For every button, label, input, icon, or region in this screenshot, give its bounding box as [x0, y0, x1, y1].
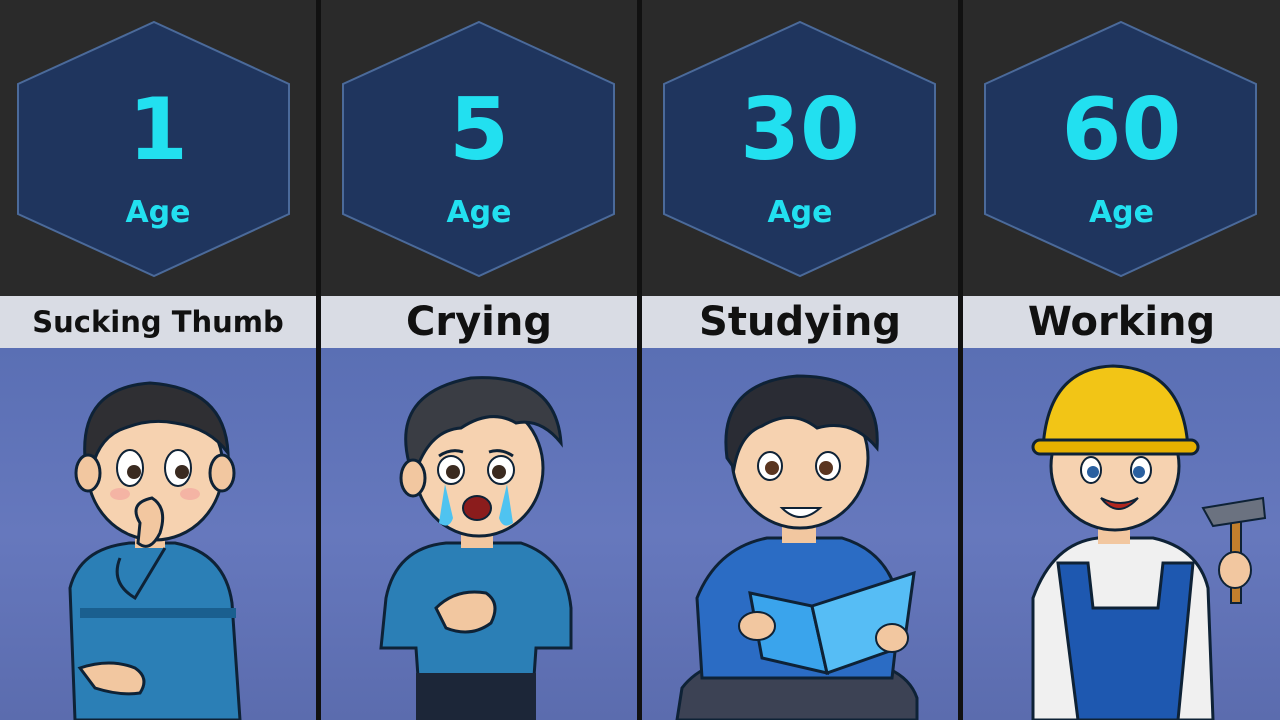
panel-age-60: 60 Age Working [963, 0, 1280, 720]
illustration-area [963, 348, 1280, 720]
boy-reading-book-illustration [675, 374, 919, 720]
boy-crying-illustration [379, 376, 573, 720]
age-word: Age [446, 195, 512, 230]
age-number: 30 [740, 80, 860, 180]
panel-age-30: 30 Age Studying [642, 0, 958, 720]
boy-sucking-thumb-illustration [68, 381, 242, 720]
age-word: Age [767, 195, 833, 230]
age-number: 60 [1061, 80, 1182, 180]
illustration-area [0, 348, 316, 720]
activity-label: Crying [321, 296, 637, 348]
age-word: Age [125, 195, 191, 230]
panel-age-1: 1 Age Sucking Thumb [0, 0, 316, 720]
panel-age-5: 5 Age Crying [321, 0, 637, 720]
worker-with-hammer-illustration [1031, 364, 1267, 720]
age-number: 5 [449, 80, 509, 180]
activity-label: Studying [642, 296, 958, 348]
illustration-area [642, 348, 958, 720]
age-word: Age [1088, 195, 1155, 230]
age-number: 1 [128, 80, 188, 180]
illustration-area [321, 348, 637, 720]
activity-label: Working [963, 296, 1280, 348]
activity-label: Sucking Thumb [0, 296, 316, 348]
comparison-grid: 1 Age Sucking Thumb 5 Age Crying 30 Age … [0, 0, 1280, 720]
